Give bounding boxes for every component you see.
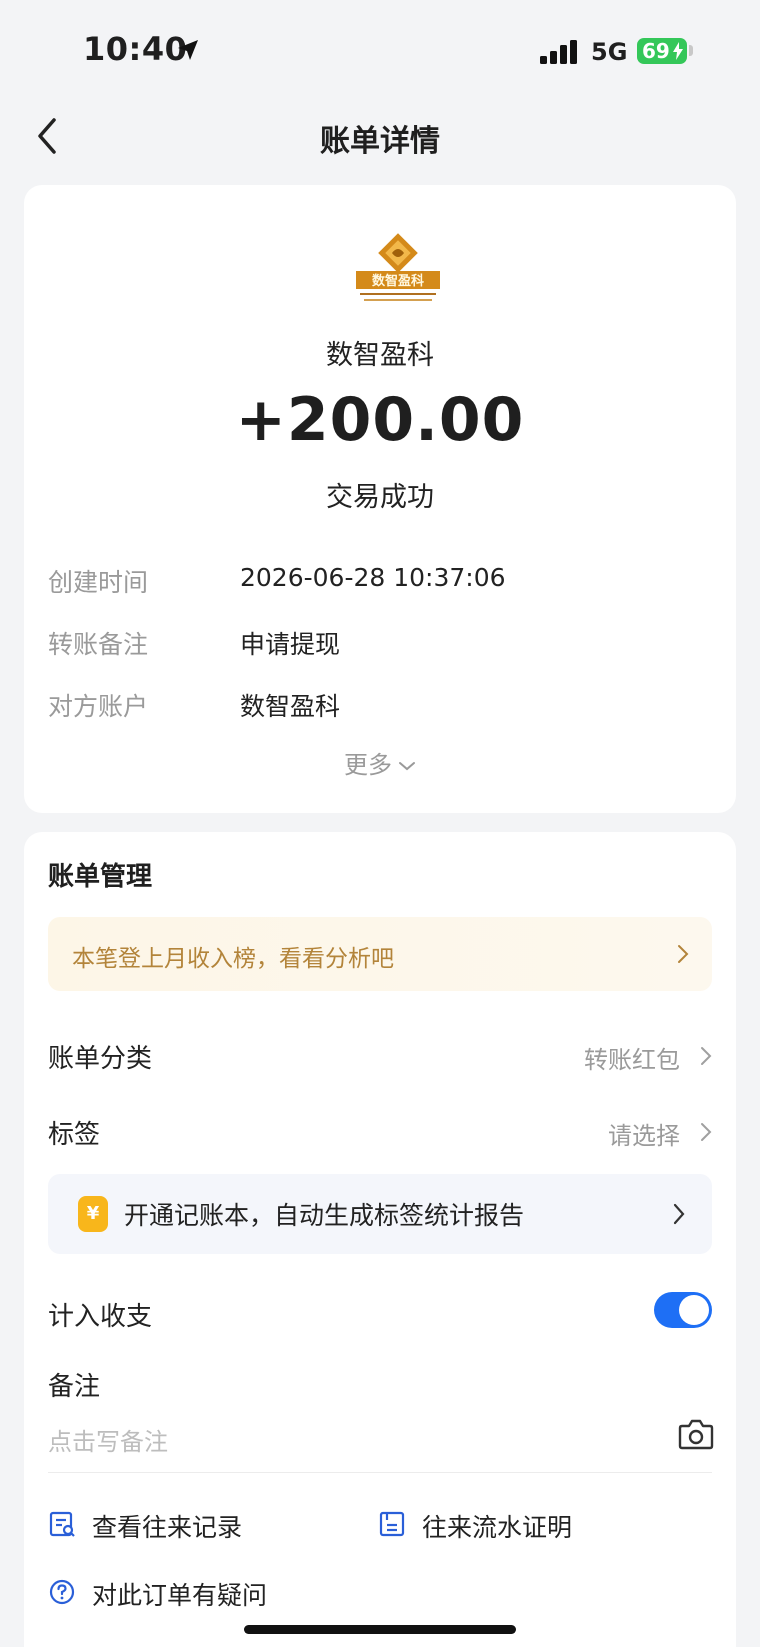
income-rank-banner[interactable]: 本笔登上月收入榜，看看分析吧 [48,917,712,991]
count-income-toggle[interactable] [654,1292,712,1328]
home-indicator[interactable] [244,1625,516,1634]
counterparty-value: 数智盈科 [240,692,341,721]
statement-proof-link[interactable]: 往来流水证明 [378,1508,638,1542]
charging-bolt-icon [673,42,683,60]
location-arrow-icon [178,40,198,60]
created-time-value: 2026-06-28 10:37:06 [240,563,506,592]
chevron-down-icon [399,762,415,771]
transaction-amount: +200.00 [235,385,525,455]
promo-text: 本笔登上月收入榜，看看分析吧 [72,946,394,972]
status-bar: 10:40 5G 69 [0,0,760,96]
category-value: 转账红包 [584,1046,680,1074]
statement-proof-label: 往来流水证明 [422,1513,573,1542]
chevron-right-icon [673,1203,685,1225]
tag-label: 标签 [48,1120,101,1150]
logo-text: 数智盈科 [372,273,424,289]
order-question-label: 对此订单有疑问 [92,1581,268,1610]
page-title: 账单详情 [320,124,440,159]
yen-icon: ¥ [78,1196,108,1232]
category-label: 账单分类 [48,1044,153,1074]
battery-icon: 69 [637,38,687,64]
battery-level: 69 [642,39,670,63]
cellular-signal-icon [540,40,577,64]
bill-management-card: 账单管理 本笔登上月收入榜，看看分析吧 账单分类 转账红包 标签 请选择 ¥ 开… [24,832,736,1647]
transfer-note-value: 申请提现 [240,630,341,659]
note-input[interactable]: 点击写备注 [48,1422,168,1457]
counterparty-label: 对方账户 [48,692,149,721]
chevron-right-icon [701,1123,712,1141]
more-button[interactable]: 更多 [24,745,736,780]
ledger-text: 开通记账本，自动生成标签统计报告 [124,1201,525,1230]
more-label: 更多 [344,751,392,779]
divider [48,1472,712,1473]
created-time-label: 创建时间 [48,568,149,597]
toggle-knob [679,1295,709,1325]
note-label: 备注 [48,1372,101,1402]
chevron-right-icon [701,1047,712,1065]
nav-bar: 账单详情 [0,96,760,176]
ledger-banner[interactable]: ¥ 开通记账本，自动生成标签统计报告 [48,1174,712,1254]
view-history-link[interactable]: 查看往来记录 [48,1508,308,1542]
section-title: 账单管理 [48,862,153,892]
question-icon [49,1579,75,1605]
view-history-label: 查看往来记录 [92,1513,243,1542]
transfer-note-label: 转账备注 [48,630,149,659]
network-type: 5G [591,38,628,66]
status-time: 10:40 [83,30,188,68]
merchant-logo: 数智盈科 [356,233,440,301]
transaction-status: 交易成功 [326,482,434,513]
statement-icon [379,1511,405,1537]
merchant-name: 数智盈科 [326,340,434,371]
camera-icon[interactable] [678,1418,714,1450]
count-income-label: 计入收支 [48,1302,153,1332]
records-icon [49,1511,75,1537]
tag-value: 请选择 [608,1122,680,1150]
bill-summary-card: 数智盈科 数智盈科 +200.00 交易成功 创建时间 2026-06-28 1… [24,185,736,813]
battery-cap [689,45,693,56]
order-question-link[interactable]: 对此订单有疑问 [48,1576,328,1610]
chevron-right-icon [678,945,689,963]
